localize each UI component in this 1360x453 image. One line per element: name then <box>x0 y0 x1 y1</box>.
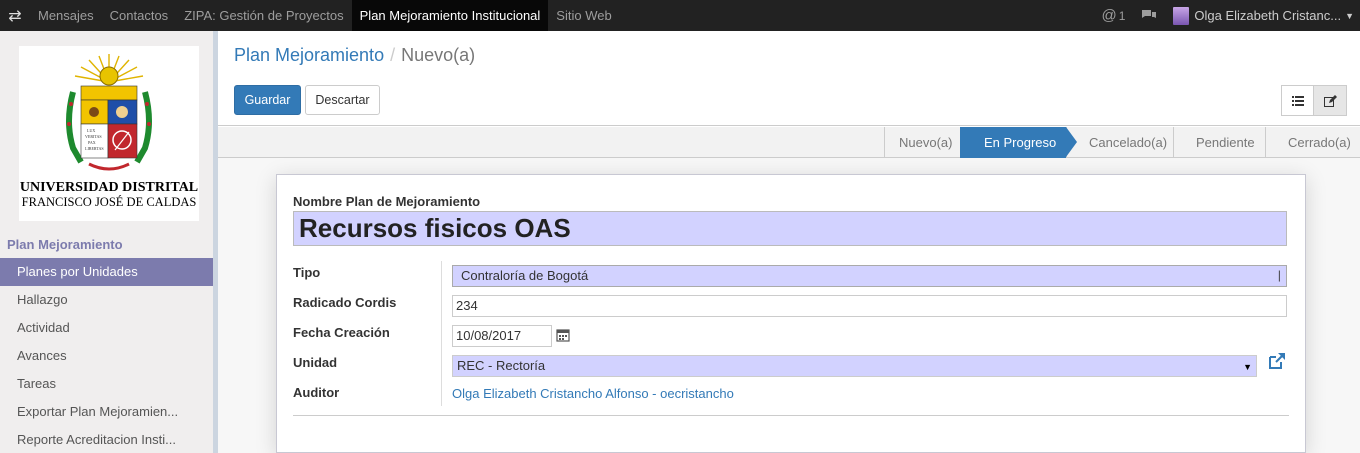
unidad-label: Unidad <box>293 355 338 370</box>
user-menu[interactable]: Olga Elizabeth Cristanc... ▼ <box>1165 0 1360 31</box>
top-menu: Mensajes Contactos ZIPA: Gestión de Proy… <box>30 0 620 31</box>
tipo-value: Contraloría de Bogotá <box>461 268 589 283</box>
svg-text:VERITAS: VERITAS <box>85 134 102 139</box>
select-arrow-icon: ❘ <box>1274 270 1284 282</box>
unidad-value: REC - Rectoría <box>457 358 546 373</box>
user-name: Olga Elizabeth Cristanc... <box>1194 8 1342 23</box>
radicado-input[interactable]: 234 <box>452 295 1287 317</box>
mentions-button[interactable]: @ 1 <box>1093 0 1133 31</box>
svg-text:LUX: LUX <box>87 128 95 133</box>
chat-icon <box>1142 10 1157 18</box>
svg-text:PAX: PAX <box>88 140 96 145</box>
stage-en-progreso[interactable]: En Progreso <box>960 127 1077 158</box>
menu-zipa[interactable]: ZIPA: Gestión de Proyectos <box>176 0 351 31</box>
sidebar-item-actividad[interactable]: Actividad <box>0 314 213 342</box>
mentions-count: 1 <box>1118 8 1126 23</box>
app-switcher-icon[interactable]: ⇄ <box>0 0 30 31</box>
topbar-right: @ 1 Olga Elizabeth Cristanc... ▼ <box>1093 0 1360 31</box>
radicado-label: Radicado Cordis <box>293 295 397 310</box>
auditor-label: Auditor <box>293 385 340 400</box>
sidebar-menu: Planes por Unidades Hallazgo Actividad A… <box>0 258 213 453</box>
view-switcher <box>1281 85 1347 116</box>
field-divider <box>441 261 442 406</box>
form-sheet: Nombre Plan de Mejoramiento Recursos fis… <box>276 174 1306 453</box>
stage-pipeline: Nuevo(a) En Progreso Cancelado(a) Pendie… <box>884 127 1360 158</box>
sidebar-item-planes-por-unidades[interactable]: Planes por Unidades <box>0 258 213 286</box>
sidebar-item-tareas[interactable]: Tareas <box>0 370 213 398</box>
chat-button[interactable] <box>1133 0 1165 31</box>
university-logo[interactable]: LUX VERITAS PAX LIBERTAS UNIVERSIDAD DISTRI… <box>19 46 199 221</box>
stage-cerrado[interactable]: Cerrado(a) <box>1265 127 1360 158</box>
stage-cancelado[interactable]: Cancelado(a) <box>1066 127 1173 158</box>
sidebar-item-hallazgo[interactable]: Hallazgo <box>0 286 213 314</box>
menu-contactos[interactable]: Contactos <box>102 0 177 31</box>
sidebar: LUX VERITAS PAX LIBERTAS UNIVERSIDAD DISTRI… <box>0 31 218 453</box>
status-bar: Nuevo(a) En Progreso Cancelado(a) Pendie… <box>218 127 1360 158</box>
menu-mensajes[interactable]: Mensajes <box>30 0 102 31</box>
calendar-icon[interactable] <box>556 328 570 342</box>
sidebar-item-reporte[interactable]: Reporte Acreditacion Insti... <box>0 426 213 453</box>
form-view-button[interactable] <box>1314 85 1347 116</box>
breadcrumb-current: Nuevo(a) <box>401 45 476 65</box>
external-link-icon[interactable] <box>1267 351 1287 371</box>
coat-of-arms-icon: LUXVERITASPAXLIBERTAS <box>66 54 152 171</box>
tipo-select[interactable]: Contraloría de Bogotá ❘ <box>452 265 1287 287</box>
stage-nuevo[interactable]: Nuevo(a) <box>884 127 960 158</box>
sidebar-item-exportar[interactable]: Exportar Plan Mejoramien... <box>0 398 213 426</box>
stage-pendiente[interactable]: Pendiente <box>1173 127 1265 158</box>
sidebar-section-title: Plan Mejoramiento <box>7 237 123 252</box>
avatar <box>1173 6 1190 25</box>
form-separator <box>293 415 1289 416</box>
at-icon: @ <box>1101 7 1117 24</box>
main-content: Plan Mejoramiento / Nuevo(a) Guardar Desca… <box>218 31 1360 453</box>
top-navbar: ⇄ Mensajes Contactos ZIPA: Gestión de Pr… <box>0 0 1360 31</box>
fecha-input[interactable]: 10/08/2017 <box>452 325 552 347</box>
breadcrumb-separator: / <box>390 45 396 65</box>
logo-line-2: FRANCISCO JOSÉ DE CALDAS <box>21 195 197 209</box>
sidebar-item-avances[interactable]: Avances <box>0 342 213 370</box>
caret-down-icon: ▼ <box>1345 10 1354 21</box>
edit-icon <box>1323 94 1337 107</box>
breadcrumb-parent[interactable]: Plan Mejoramiento <box>234 45 384 65</box>
fecha-label: Fecha Creación <box>293 325 390 340</box>
save-button[interactable]: Guardar <box>234 85 301 115</box>
unidad-input[interactable]: REC - Rectoría ▼ <box>452 355 1257 377</box>
menu-sitio-web[interactable]: Sitio Web <box>548 0 619 31</box>
breadcrumb: Plan Mejoramiento / Nuevo(a) <box>234 45 475 66</box>
list-view-button[interactable] <box>1281 85 1314 116</box>
discard-button[interactable]: Descartar <box>305 85 380 115</box>
dropdown-arrow-icon[interactable]: ▼ <box>1243 357 1252 377</box>
menu-plan-mejoramiento[interactable]: Plan Mejoramiento Institucional <box>351 0 549 31</box>
name-label: Nombre Plan de Mejoramiento <box>293 194 481 209</box>
logo-line-1: UNIVERSIDAD DISTRITAL <box>19 180 199 195</box>
control-panel: Plan Mejoramiento / Nuevo(a) Guardar Desca… <box>218 31 1360 126</box>
svg-text:LIBERTAS: LIBERTAS <box>85 146 104 151</box>
tipo-label: Tipo <box>293 265 321 280</box>
name-input[interactable]: Recursos fisicos OAS <box>293 211 1287 246</box>
list-icon <box>1291 95 1304 106</box>
auditor-link[interactable]: Olga Elizabeth Cristancho Alfonso - oecr… <box>452 384 734 406</box>
